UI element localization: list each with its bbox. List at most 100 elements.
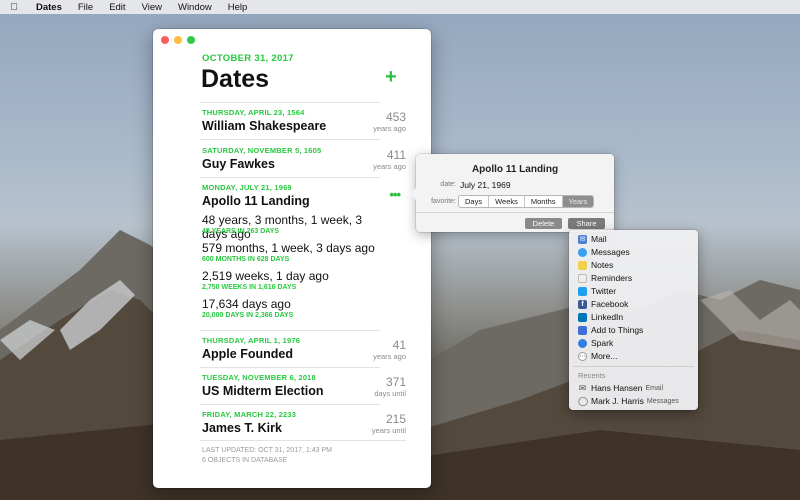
reminders-icon	[578, 273, 587, 283]
recent-name: Mark J. Harris	[591, 396, 644, 406]
item-name: US Midterm Election	[202, 384, 324, 398]
share-item-label: Add to Things	[591, 325, 644, 335]
menu-file[interactable]: File	[70, 2, 101, 13]
date-value[interactable]: July 21, 1969	[460, 180, 511, 190]
menu-window[interactable]: Window	[170, 2, 220, 13]
item-date: THURSDAY, APRIL 1, 1976	[202, 336, 301, 345]
duration-weeks: 2,519 weeks, 1 day ago	[202, 269, 329, 283]
item-date: THURSDAY, APRIL 23, 1564	[202, 108, 305, 117]
menu-separator	[573, 366, 694, 367]
minimize-button[interactable]	[174, 36, 182, 44]
popover-title: Apollo 11 Landing	[471, 164, 559, 175]
share-item-label: Notes	[591, 260, 614, 270]
segment-days[interactable]: Days	[459, 196, 490, 207]
share-button[interactable]: Share	[568, 218, 605, 229]
more-icon: ···	[578, 351, 587, 361]
window-controls	[161, 36, 195, 44]
item-name: Apollo 11 Landing	[202, 194, 310, 208]
item-count: 453	[385, 110, 406, 124]
item-date: MONDAY, JULY 21, 1969	[202, 183, 292, 192]
share-item-label: Twitter	[591, 286, 617, 296]
favorite-label: favorite:	[431, 198, 456, 205]
item-date: TUESDAY, NOVEMBER 6, 2018	[202, 373, 316, 382]
item-unit: years until	[371, 426, 406, 435]
menu-help[interactable]: Help	[220, 2, 256, 13]
footer: LAST UPDATED: OCT 31, 2017, 1:43 PM 6 OB…	[202, 446, 332, 466]
page-title: Dates	[201, 65, 270, 93]
segment-years[interactable]: Years	[562, 196, 594, 207]
menu-edit[interactable]: Edit	[101, 2, 133, 13]
list-item[interactable]: TUESDAY, NOVEMBER 6, 2018 US Midterm Ele…	[200, 367, 406, 404]
item-name: Guy Fawkes	[202, 157, 275, 171]
add-date-button[interactable]: +	[385, 66, 397, 89]
detail-popover: Apollo 11 Landing date: July 21, 1969 fa…	[410, 154, 614, 232]
share-notes[interactable]: Notes	[578, 260, 613, 270]
share-mail[interactable]: ✉ Mail	[578, 234, 607, 244]
list-item[interactable]: THURSDAY, APRIL 1, 1976 Apple Founded 41…	[200, 330, 406, 367]
share-more[interactable]: ··· More...	[578, 351, 617, 361]
duration-months-milestone: 600 MONTHS IN 628 DAYS	[202, 256, 290, 263]
item-count: 371	[385, 375, 406, 389]
recents-heading: Recents	[578, 371, 606, 380]
duration-days-milestone: 20,000 DAYS IN 2,366 DAYS	[202, 312, 294, 319]
share-things[interactable]: Add to Things	[578, 325, 643, 335]
share-twitter[interactable]: Twitter	[578, 286, 616, 296]
date-label: date:	[440, 181, 456, 188]
item-date: FRIDAY, MARCH 22, 2233	[202, 410, 297, 419]
item-unit: days until	[374, 389, 406, 398]
today-date: OCTOBER 31, 2017	[202, 53, 294, 64]
envelope-icon: ✉	[578, 382, 587, 393]
menu-dates[interactable]: Dates	[28, 2, 70, 13]
item-count: 215	[385, 412, 406, 426]
segment-weeks[interactable]: Weeks	[489, 196, 525, 207]
speech-bubble-icon: ◯	[578, 395, 589, 406]
menu-view[interactable]: View	[134, 2, 170, 13]
delete-button[interactable]: Delete	[525, 218, 562, 229]
share-item-label: LinkedIn	[591, 312, 624, 322]
share-menu: ✉ Mail Messages Notes Reminders Twitter …	[569, 230, 698, 410]
list-item[interactable]: THURSDAY, APRIL 23, 1564 William Shakesp…	[200, 102, 406, 139]
recent-via: Email	[645, 384, 664, 392]
twitter-icon	[578, 286, 587, 296]
recent-mark-harris[interactable]: ◯ Mark J. Harris Messages	[578, 396, 679, 406]
duration-years: 48 years, 3 months, 1 week, 3 days ago	[202, 213, 363, 241]
item-unit: years ago	[373, 352, 406, 361]
footer-divider	[200, 440, 406, 441]
notes-icon	[578, 260, 587, 270]
popover-divider	[416, 212, 614, 213]
item-count: 41	[392, 338, 406, 352]
things-icon	[578, 325, 587, 335]
favorite-unit-selector[interactable]: Days Weeks Months Years	[458, 195, 595, 208]
dates-window: OCTOBER 31, 2017 Dates + THURSDAY, APRIL…	[153, 29, 431, 488]
close-button[interactable]	[161, 36, 169, 44]
share-item-label: Reminders	[591, 273, 633, 283]
recent-hans-hansen[interactable]: ✉ Hans Hansen Email	[578, 383, 663, 393]
list-item[interactable]: SATURDAY, NOVEMBER 5, 1605 Guy Fawkes 41…	[200, 139, 406, 177]
segment-months[interactable]: Months	[525, 196, 563, 207]
share-messages[interactable]: Messages	[578, 247, 630, 257]
linkedin-icon	[578, 312, 587, 322]
mail-icon: ✉	[578, 234, 587, 244]
list-item-expanded[interactable]: MONDAY, JULY 21, 1969 Apollo 11 Landing …	[200, 177, 401, 330]
share-reminders[interactable]: Reminders	[578, 273, 632, 283]
share-spark[interactable]: Spark	[578, 338, 613, 348]
zoom-button[interactable]	[187, 36, 195, 44]
share-linkedin[interactable]: LinkedIn	[578, 312, 623, 322]
item-unit: years ago	[373, 124, 406, 133]
dates-list: THURSDAY, APRIL 23, 1564 William Shakesp…	[200, 102, 406, 441]
menu-bar:  Dates File Edit View Window Help	[0, 0, 800, 14]
share-item-label: More...	[591, 351, 618, 361]
item-count: 411	[386, 148, 406, 162]
spark-icon	[578, 338, 587, 348]
duration-months: 579 months, 1 week, 3 days ago	[202, 241, 375, 255]
facebook-icon: f	[578, 299, 587, 309]
recent-name: Hans Hansen	[591, 383, 643, 393]
more-options-icon[interactable]: •••	[389, 187, 401, 202]
list-item[interactable]: FRIDAY, MARCH 22, 2233 James T. Kirk 215…	[200, 404, 406, 441]
apple-menu-icon[interactable]: 	[0, 2, 28, 13]
item-name: Apple Founded	[202, 347, 293, 361]
share-facebook[interactable]: f Facebook	[578, 299, 628, 309]
object-count: 6 OBJECTS IN DATABASE	[202, 457, 288, 464]
share-item-label: Mail	[591, 234, 607, 244]
share-item-label: Facebook	[591, 299, 629, 309]
